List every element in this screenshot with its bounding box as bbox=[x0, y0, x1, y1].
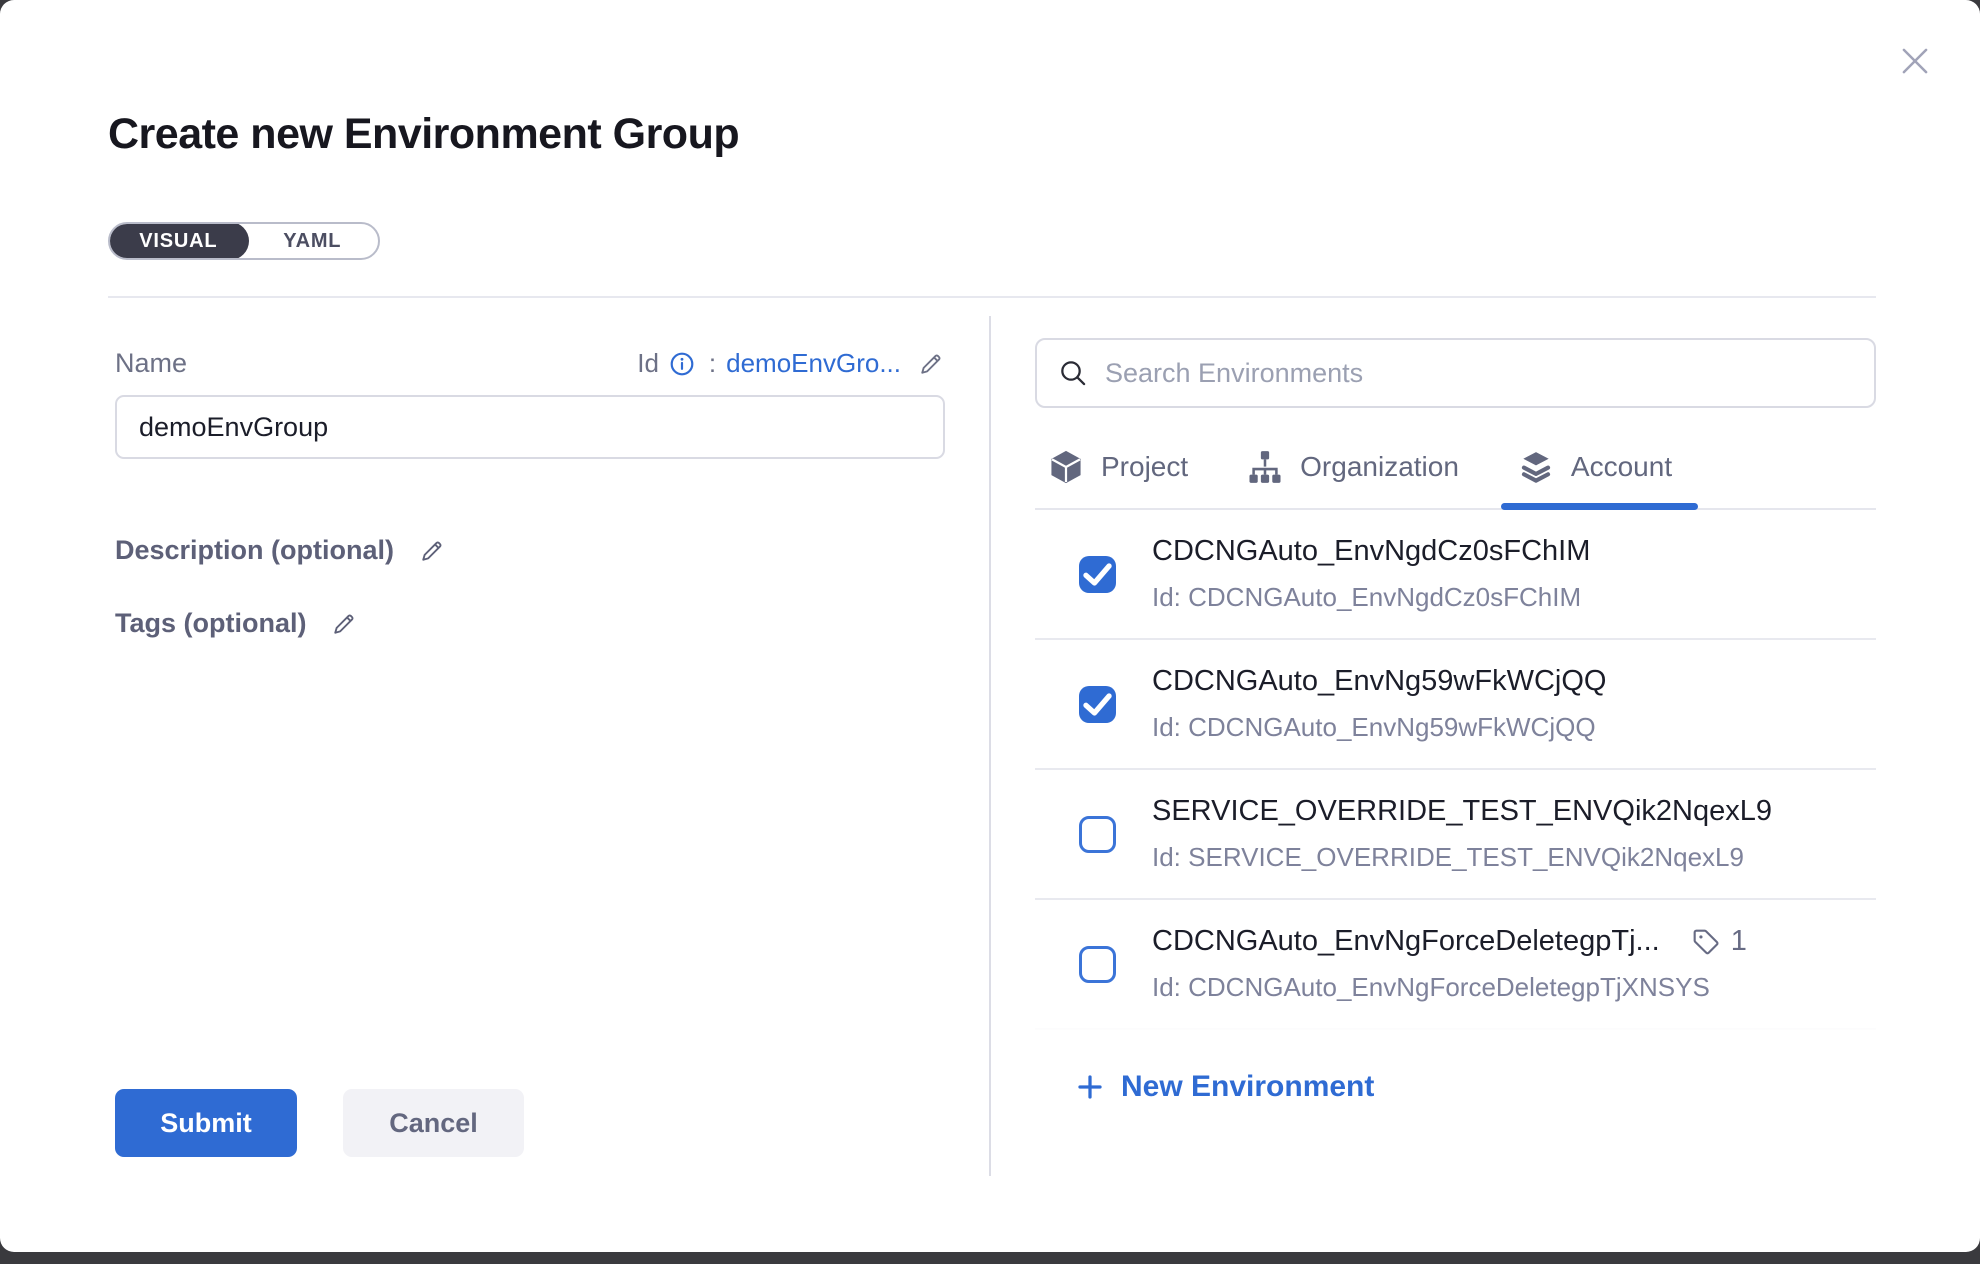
group-form: Name Id : demoEnvGro... bbox=[115, 348, 945, 639]
environment-picker-panel: Project Organization Account CDCNGAuto_Env… bbox=[1035, 338, 1876, 1107]
edit-id-icon[interactable] bbox=[917, 350, 945, 378]
toggle-yaml[interactable]: YAML bbox=[247, 224, 378, 258]
cancel-button[interactable]: Cancel bbox=[343, 1089, 524, 1157]
header-divider bbox=[108, 296, 1876, 298]
id-display: Id : demoEnvGro... bbox=[637, 348, 945, 379]
environment-row: CDCNGAuto_EnvNgForceDeletegpTj... 1 Id: CD… bbox=[1035, 900, 1876, 1030]
tab-account[interactable]: Account bbox=[1517, 448, 1672, 508]
tab-organization[interactable]: Organization bbox=[1246, 448, 1459, 508]
environment-row: SERVICE_OVERRIDE_TEST_ENVQik2NqexL9 Id: S… bbox=[1035, 770, 1876, 900]
layers-icon bbox=[1517, 448, 1555, 486]
description-section: Description (optional) bbox=[115, 535, 945, 566]
checkbox-unchecked[interactable] bbox=[1079, 946, 1116, 983]
cube-icon bbox=[1047, 448, 1085, 486]
tag-icon bbox=[1690, 926, 1722, 958]
tag-count-badge: 1 bbox=[1690, 925, 1747, 958]
visual-yaml-toggle: VISUAL YAML bbox=[108, 222, 380, 260]
environment-row: CDCNGAuto_EnvNg59wFkWCjQQ Id: CDCNGAuto_E… bbox=[1035, 640, 1876, 770]
checkbox-checked[interactable] bbox=[1079, 686, 1116, 723]
environment-name: CDCNGAuto_EnvNgForceDeletegpTj... bbox=[1152, 925, 1660, 958]
name-label: Name bbox=[115, 348, 187, 379]
environment-list: CDCNGAuto_EnvNgdCz0sFChIM Id: CDCNGAuto_E… bbox=[1035, 510, 1876, 1030]
tab-label: Project bbox=[1101, 451, 1188, 483]
edit-description-icon[interactable] bbox=[418, 537, 446, 565]
id-label: Id bbox=[637, 348, 659, 379]
environment-row: CDCNGAuto_EnvNgdCz0sFChIM Id: CDCNGAuto_E… bbox=[1035, 510, 1876, 640]
search-icon bbox=[1057, 357, 1089, 389]
search-environments-box bbox=[1035, 338, 1876, 408]
id-value[interactable]: demoEnvGro... bbox=[726, 348, 901, 379]
search-environments-input[interactable] bbox=[1105, 358, 1854, 389]
org-chart-icon bbox=[1246, 448, 1284, 486]
checkbox-checked[interactable] bbox=[1079, 556, 1116, 593]
environment-id: Id: CDCNGAuto_EnvNg59wFkWCjQQ bbox=[1152, 712, 1876, 743]
checkbox-unchecked[interactable] bbox=[1079, 816, 1116, 853]
id-colon: : bbox=[709, 348, 716, 379]
page-title: Create new Environment Group bbox=[108, 110, 739, 159]
tags-label: Tags (optional) bbox=[115, 608, 306, 639]
name-input[interactable] bbox=[115, 395, 945, 459]
close-icon[interactable] bbox=[1896, 42, 1934, 80]
environment-name: CDCNGAuto_EnvNgdCz0sFChIM bbox=[1152, 535, 1590, 568]
scope-tabs: Project Organization Account bbox=[1035, 424, 1876, 510]
new-environment-button[interactable]: New Environment bbox=[1075, 1070, 1374, 1104]
tab-label: Organization bbox=[1300, 451, 1459, 483]
environment-id: Id: CDCNGAuto_EnvNgForceDeletegpTjXNSYS bbox=[1152, 972, 1876, 1003]
environment-name: SERVICE_OVERRIDE_TEST_ENVQik2NqexL9 bbox=[1152, 795, 1772, 828]
new-environment-label: New Environment bbox=[1121, 1070, 1374, 1104]
info-icon[interactable] bbox=[669, 351, 695, 377]
tab-project[interactable]: Project bbox=[1047, 448, 1188, 508]
plus-icon bbox=[1075, 1072, 1105, 1102]
panel-divider bbox=[989, 316, 991, 1176]
description-label: Description (optional) bbox=[115, 535, 394, 566]
footer-buttons: Submit Cancel bbox=[115, 1089, 524, 1157]
edit-tags-icon[interactable] bbox=[330, 610, 358, 638]
tags-section: Tags (optional) bbox=[115, 608, 945, 639]
toggle-visual[interactable]: VISUAL bbox=[108, 222, 249, 260]
create-environment-group-modal: Create new Environment Group VISUAL YAML… bbox=[0, 0, 1980, 1252]
tab-label: Account bbox=[1571, 451, 1672, 483]
environment-name: CDCNGAuto_EnvNg59wFkWCjQQ bbox=[1152, 665, 1606, 698]
environment-id: Id: SERVICE_OVERRIDE_TEST_ENVQik2NqexL9 bbox=[1152, 842, 1876, 873]
submit-button[interactable]: Submit bbox=[115, 1089, 297, 1157]
environment-id: Id: CDCNGAuto_EnvNgdCz0sFChIM bbox=[1152, 582, 1876, 613]
tag-count: 1 bbox=[1731, 925, 1747, 958]
